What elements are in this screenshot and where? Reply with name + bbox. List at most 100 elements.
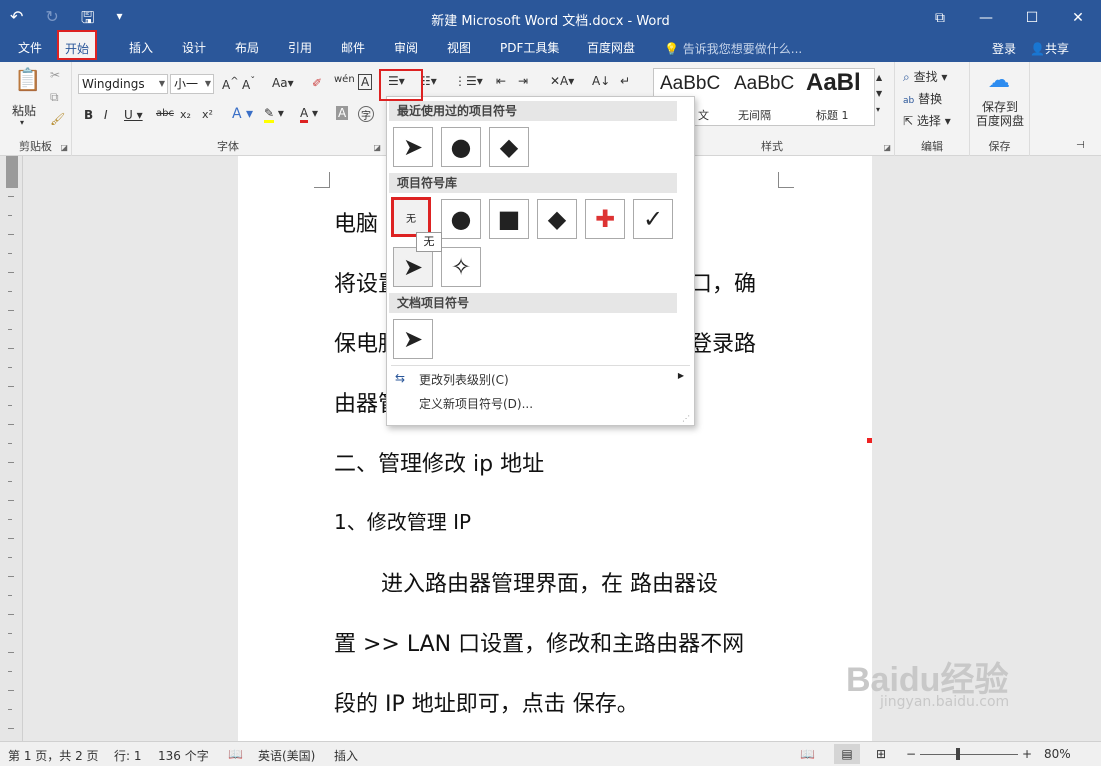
font-size-combo[interactable]: 小一 ▼ <box>170 74 214 94</box>
print-layout-icon[interactable]: ▤ <box>834 744 860 764</box>
tell-me-search[interactable]: 💡 告诉我您想要做什么... <box>664 40 802 57</box>
highlight-icon[interactable]: ✎ ▾ <box>264 106 284 123</box>
dialog-launcher-icon[interactable]: ◪ <box>60 143 68 152</box>
tab-insert[interactable]: 插入 <box>123 36 159 62</box>
subscript-icon[interactable]: x₂ <box>180 108 191 121</box>
character-shading-icon[interactable]: A <box>336 106 349 120</box>
resize-grip-icon[interactable]: ⋰ <box>682 414 690 423</box>
ribbon-display-button[interactable]: ⧉ <box>917 0 963 36</box>
clear-formatting-icon[interactable]: ✐ <box>312 76 322 90</box>
zoom-level[interactable]: 80% <box>1044 747 1071 761</box>
copy-icon[interactable]: ⧉ <box>50 90 59 105</box>
close-button[interactable]: ✕ <box>1055 0 1101 36</box>
bullet-diamond-option[interactable]: ◆ <box>489 127 529 167</box>
define-new-bullet-item[interactable]: 定义新项目符号(D)... <box>419 395 533 412</box>
text-effects-icon[interactable]: A ▾ <box>232 106 253 122</box>
doc-line: 段的 IP 地址即可，点击 保存。 <box>334 692 639 717</box>
minimize-button[interactable]: — <box>963 0 1009 36</box>
cut-icon[interactable]: ✂ <box>50 68 60 82</box>
sort-icon[interactable]: A↓ <box>592 74 610 88</box>
doc-line: 二、管理修改 ip 地址 <box>334 452 545 477</box>
format-painter-icon[interactable]: 🖌 <box>50 112 65 126</box>
strikethrough-icon[interactable]: abc <box>156 108 174 119</box>
multilevel-list-icon[interactable]: ⋮☰▾ <box>454 74 483 88</box>
bullet-arrow-option[interactable]: ➤ <box>393 247 433 287</box>
tab-pdf-tools[interactable]: PDF工具集 <box>494 36 565 62</box>
maximize-button[interactable]: ☐ <box>1009 0 1055 36</box>
change-list-level-item[interactable]: 更改列表级别(C) <box>419 371 509 388</box>
doc-line: 置 >> LAN 口设置，修改和主路由器不网 <box>334 632 745 657</box>
tab-layout[interactable]: 布局 <box>229 36 265 62</box>
proofing-icon[interactable]: 📖 <box>228 747 243 761</box>
dialog-launcher-icon[interactable]: ◪ <box>883 143 891 152</box>
ruler-tick <box>8 348 14 349</box>
language[interactable]: 英语(美国) <box>258 747 315 764</box>
ruler-tick <box>8 462 14 463</box>
bullet-arrow-option[interactable]: ➤ <box>393 127 433 167</box>
insert-mode[interactable]: 插入 <box>334 747 358 764</box>
paste-dropdown-icon[interactable]: ▾ <box>20 118 24 127</box>
bullet-circle-option[interactable]: ● <box>441 127 481 167</box>
replace-button[interactable]: ab 替换 <box>903 90 942 107</box>
chinese-layout-icon[interactable]: ✕A▾ <box>550 74 574 88</box>
baidu-netdisk-icon[interactable]: ☁ <box>988 68 1010 93</box>
bullet-square-option[interactable]: ■ <box>489 199 529 239</box>
decrease-indent-icon[interactable]: ⇤ <box>496 74 506 88</box>
ruler-tick <box>8 500 14 501</box>
bullet-colorful-option[interactable]: ✚ <box>585 199 625 239</box>
bullet-diamond-option[interactable]: ◆ <box>537 199 577 239</box>
tab-review[interactable]: 审阅 <box>388 36 424 62</box>
italic-icon[interactable]: I <box>104 108 108 122</box>
superscript-icon[interactable]: x² <box>202 108 213 121</box>
ruler-tick <box>8 576 14 577</box>
enclose-characters-icon[interactable]: 字 <box>358 106 374 122</box>
increase-indent-icon[interactable]: ⇥ <box>518 74 528 88</box>
doc-line: 电脑 <box>334 212 379 237</box>
change-case-icon[interactable]: Aa▾ <box>272 76 294 90</box>
underline-icon[interactable]: U ▾ <box>124 108 143 122</box>
search-icon: ⌕ <box>903 70 910 84</box>
tab-baidu-netdisk[interactable]: 百度网盘 <box>581 36 641 62</box>
editing-group: ⌕ 查找 ▾ ab 替换 ⇱ 选择 ▾ 编辑 <box>895 62 970 156</box>
ruler-tick <box>8 367 12 368</box>
save-to-baidu-button[interactable]: 保存到 百度网盘 <box>976 100 1024 128</box>
share-button[interactable]: 👤共享 <box>1030 40 1069 57</box>
character-border-icon[interactable]: A <box>358 74 373 90</box>
find-button[interactable]: ⌕ 查找 ▾ <box>903 68 947 85</box>
doc-line: 口，确 <box>690 272 757 297</box>
page-count[interactable]: 第 1 页，共 2 页 <box>8 747 99 764</box>
zoom-slider-thumb[interactable] <box>956 748 960 760</box>
word-count[interactable]: 136 个字 <box>158 747 209 764</box>
tab-file[interactable]: 文件 <box>12 36 48 62</box>
bullet-none-option[interactable]: 无 <box>391 197 431 237</box>
tab-home[interactable]: 开始 <box>57 30 98 60</box>
grow-font-icon[interactable]: A^ <box>222 76 239 92</box>
paste-button[interactable]: 粘贴 <box>12 102 36 119</box>
login-link[interactable]: 登录 <box>992 40 1016 57</box>
shrink-font-icon[interactable]: Aˇ <box>242 76 255 92</box>
ruler-tick <box>8 272 14 273</box>
bold-icon[interactable]: B <box>84 108 93 122</box>
tab-mailings[interactable]: 邮件 <box>335 36 371 62</box>
bullet-circle-option[interactable]: ● <box>441 199 481 239</box>
bullet-star-option[interactable]: ✧ <box>441 247 481 287</box>
doc-line: 进入路由器管理界面，在 路由器设 <box>381 572 718 597</box>
font-color-icon[interactable]: A ▾ <box>300 106 318 123</box>
zoom-out-icon[interactable]: − <box>906 747 916 761</box>
pin-ribbon-icon[interactable]: ⊣ <box>1076 140 1085 151</box>
bullet-check-option[interactable]: ✓ <box>633 199 673 239</box>
show-marks-icon[interactable]: ↵ <box>620 74 630 88</box>
tab-design[interactable]: 设计 <box>176 36 212 62</box>
read-mode-icon[interactable]: 📖 <box>800 747 815 761</box>
tab-references[interactable]: 引用 <box>282 36 318 62</box>
web-layout-icon[interactable]: ⊞ <box>876 747 886 761</box>
zoom-slider[interactable] <box>920 754 1018 755</box>
phonetic-guide-icon[interactable]: wén <box>334 74 355 85</box>
zoom-in-icon[interactable]: + <box>1022 747 1032 761</box>
ruler-tick <box>8 196 14 197</box>
select-button[interactable]: ⇱ 选择 ▾ <box>903 112 951 129</box>
dialog-launcher-icon[interactable]: ◪ <box>373 143 381 152</box>
tab-view[interactable]: 视图 <box>441 36 477 62</box>
bullet-arrow-option[interactable]: ➤ <box>393 319 433 359</box>
font-name-combo[interactable]: Wingdings ▼ <box>78 74 168 94</box>
